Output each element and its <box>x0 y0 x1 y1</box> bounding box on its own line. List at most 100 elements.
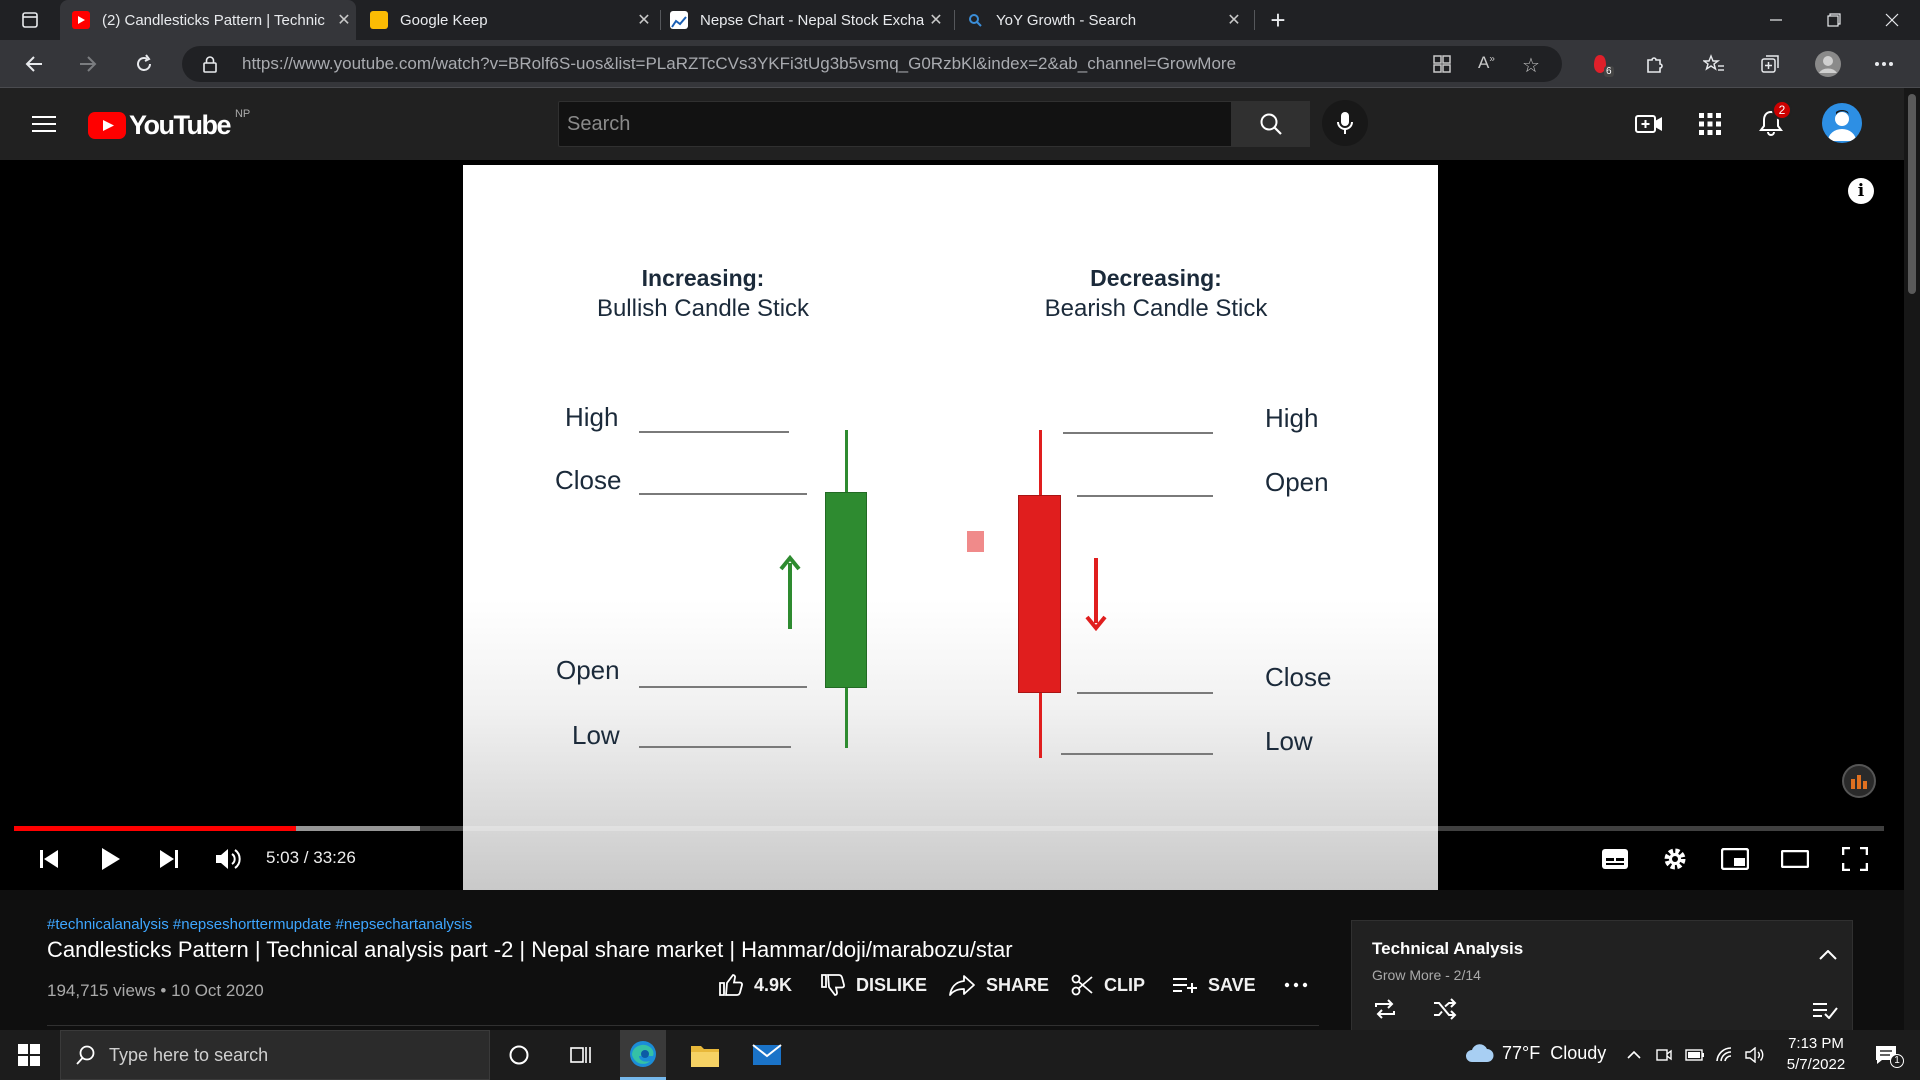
apps-grid-icon[interactable] <box>1694 108 1726 140</box>
new-tab-icon[interactable]: + <box>1262 4 1294 36</box>
video-title: Candlesticks Pattern | Technical analysi… <box>47 937 1013 962</box>
close-window-icon[interactable] <box>1876 4 1908 36</box>
dislike-button[interactable]: DISLIKE <box>820 970 927 1000</box>
close-tab-icon[interactable]: ✕ <box>1222 10 1246 30</box>
close-tab-icon[interactable]: ✕ <box>924 10 948 30</box>
taskbar-edge-app[interactable] <box>620 1030 666 1080</box>
shuffle-icon[interactable] <box>1430 995 1460 1023</box>
tab-separator <box>660 10 661 30</box>
taskbar-search-input[interactable] <box>109 1044 341 1066</box>
youtube-logo[interactable]: YouTube NP <box>88 108 250 141</box>
miniplayer-icon[interactable] <box>1718 844 1752 874</box>
weather-widget[interactable]: 77°F Cloudy <box>1464 1042 1606 1064</box>
bullish-high-label: High <box>565 402 619 432</box>
forward-arrow-icon[interactable] <box>72 48 104 80</box>
minimize-icon[interactable] <box>1760 4 1792 36</box>
address-bar[interactable]: https://www.youtube.com/watch?v=BRolf6S-… <box>182 46 1562 82</box>
tab-actions-icon[interactable] <box>14 4 46 36</box>
notifications-bell-icon[interactable]: 2 <box>1754 100 1792 140</box>
tab-youtube[interactable]: (2) Candlesticks Pattern | Technic ✕ <box>60 0 356 40</box>
bullish-open-label: Open <box>556 655 620 685</box>
loop-icon[interactable] <box>1370 995 1400 1023</box>
page-scrollbar[interactable] <box>1904 88 1920 1030</box>
battery-icon[interactable] <box>1682 1042 1708 1068</box>
voice-search-button[interactable] <box>1322 100 1368 146</box>
collapse-chevron-icon[interactable] <box>1816 943 1840 967</box>
collections-icon[interactable] <box>1754 48 1786 80</box>
down-arrow-icon <box>1085 558 1107 631</box>
volume-icon[interactable] <box>212 844 244 874</box>
search-icon <box>1260 113 1282 135</box>
more-actions-icon[interactable] <box>1284 970 1318 1000</box>
create-video-icon[interactable] <box>1632 108 1666 140</box>
extensions-puzzle-icon[interactable] <box>1638 48 1670 80</box>
bearish-open-line <box>1077 495 1213 497</box>
action-center-icon[interactable]: 1 <box>1868 1040 1904 1070</box>
previous-video-icon[interactable] <box>34 844 64 874</box>
windows-start-icon[interactable] <box>0 1030 58 1080</box>
clock[interactable]: 7:13 PM 5/7/2022 <box>1776 1035 1856 1073</box>
show-hidden-icons-chevron-icon[interactable] <box>1622 1042 1646 1068</box>
read-aloud-icon[interactable]: A» <box>1478 53 1495 73</box>
playlist-menu-icon[interactable] <box>1810 997 1840 1023</box>
tab-google-keep[interactable]: Google Keep ✕ <box>370 0 656 40</box>
bullish-heading: Increasing: <box>641 265 765 291</box>
play-icon[interactable] <box>94 842 128 876</box>
file-explorer-icon[interactable] <box>682 1030 728 1080</box>
channel-watermark[interactable] <box>1842 764 1876 798</box>
favorite-star-icon[interactable]: ☆ <box>1522 53 1540 78</box>
bearish-high-line <box>1063 432 1213 434</box>
lock-icon[interactable] <box>202 55 218 78</box>
clock-date: 5/7/2022 <box>1786 1056 1846 1073</box>
bearish-low-label: Low <box>1265 726 1313 756</box>
grow-more-logo-icon <box>1851 775 1867 789</box>
profile-avatar-icon[interactable] <box>1812 48 1844 80</box>
scrollbar-thumb[interactable] <box>1908 94 1916 294</box>
info-icon[interactable]: i <box>1848 178 1874 204</box>
clip-button[interactable]: CLIP <box>1070 970 1145 1000</box>
like-count: 4.9K <box>754 974 793 995</box>
cortana-icon[interactable] <box>498 1030 540 1080</box>
hashtags-link[interactable]: #technicalanalysis #nepseshorttermupdate… <box>47 916 472 933</box>
speaker-icon[interactable] <box>1742 1042 1768 1068</box>
theater-mode-icon[interactable] <box>1778 844 1812 874</box>
close-tab-icon[interactable]: ✕ <box>632 10 656 30</box>
close-tab-icon[interactable]: ✕ <box>332 10 356 30</box>
clock-time: 7:13 PM <box>1788 1035 1844 1052</box>
settings-gear-icon[interactable] <box>1658 844 1692 874</box>
hamburger-menu-icon[interactable] <box>28 108 60 140</box>
refresh-icon[interactable] <box>128 48 160 80</box>
restore-icon[interactable] <box>1818 4 1850 36</box>
tab-yoy-search[interactable]: YoY Growth - Search ✕ <box>966 0 1246 40</box>
video-player[interactable]: Increasing: Bullish Candle Stick Decreas… <box>0 160 1904 890</box>
fullscreen-icon[interactable] <box>1838 844 1872 874</box>
playlist-title[interactable]: Technical Analysis <box>1372 939 1523 959</box>
subtitles-icon[interactable] <box>1598 844 1632 874</box>
extension-icon[interactable]: 6 <box>1584 48 1616 80</box>
url-text: https://www.youtube.com/watch?v=BRolf6S-… <box>242 54 1237 73</box>
back-arrow-icon[interactable] <box>18 48 50 80</box>
taskbar-search-box[interactable] <box>60 1030 490 1080</box>
search-button[interactable] <box>1232 101 1310 147</box>
more-menu-icon[interactable] <box>1868 48 1900 80</box>
thumbs-up-icon <box>719 974 743 996</box>
next-video-icon[interactable] <box>154 844 184 874</box>
progress-played <box>14 826 297 831</box>
meet-now-icon[interactable] <box>1652 1042 1676 1068</box>
mail-icon[interactable] <box>744 1030 790 1080</box>
search-input[interactable] <box>567 112 1231 136</box>
search-box[interactable] <box>558 101 1232 147</box>
progress-bar[interactable] <box>14 826 1884 831</box>
account-avatar[interactable] <box>1822 103 1862 143</box>
bearish-close-label: Close <box>1265 662 1332 692</box>
tab-separator <box>1254 10 1255 30</box>
playlist-subtitle[interactable]: Grow More - 2/14 <box>1372 967 1481 983</box>
share-button[interactable]: SHARE <box>948 970 1049 1000</box>
save-button[interactable]: SAVE <box>1172 970 1256 1000</box>
wifi-icon[interactable] <box>1712 1042 1738 1068</box>
tab-nepse-chart[interactable]: Nepse Chart - Nepal Stock Excha ✕ <box>670 0 948 40</box>
app-available-icon[interactable] <box>1432 54 1452 79</box>
favorites-icon[interactable] <box>1698 48 1730 80</box>
task-view-icon[interactable] <box>560 1030 602 1080</box>
like-button[interactable]: 4.9K <box>718 970 792 1000</box>
